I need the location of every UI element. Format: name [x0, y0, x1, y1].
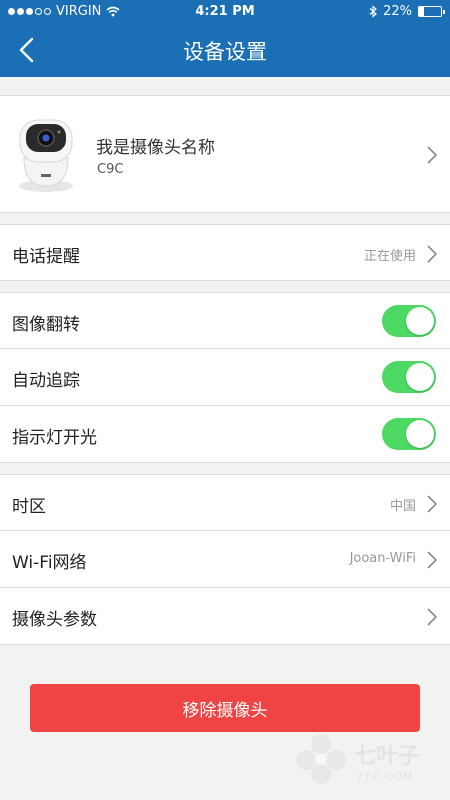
image-flip-toggle[interactable] [382, 305, 436, 337]
battery-percent: 22% [383, 4, 412, 19]
chevron-right-icon [427, 245, 438, 263]
leaf-logo-icon [296, 734, 346, 784]
phone-alert-value: 正在使用 [363, 249, 416, 264]
indicator-light-row: 指示灯开光 [0, 406, 450, 463]
nav-bar: 设备设置 [0, 24, 450, 77]
image-flip-row: 图像翻转 [0, 292, 450, 349]
camera-params-label: 摄像头参数 [12, 610, 97, 630]
watermark-text: 七叶子 [354, 744, 421, 769]
bluetooth-icon [369, 5, 378, 18]
timezone-row[interactable]: 时区 中国 [0, 474, 450, 531]
camera-params-row[interactable]: 摄像头参数 [0, 588, 450, 645]
watermark-sub: 7YZ.COM [356, 770, 414, 783]
chevron-right-icon [427, 495, 438, 513]
device-card[interactable]: 我是摄像头名称 C9C [0, 95, 450, 213]
device-model: C9C [97, 162, 124, 177]
auto-tracking-label: 自动追踪 [12, 371, 80, 391]
watermark-logo: 七叶子 7YZ.COM [292, 730, 442, 790]
battery-icon [418, 6, 445, 17]
wifi-row[interactable]: Wi-Fi网络 Jooan-WiFi [0, 531, 450, 588]
remove-camera-button[interactable]: 移除摄像头 [30, 684, 420, 732]
battery-fill [419, 7, 424, 16]
wifi-label: Wi-Fi网络 [12, 553, 87, 573]
chevron-right-icon [427, 551, 438, 569]
remove-camera-label: 移除摄像头 [182, 700, 268, 721]
phone-alert-row[interactable]: 电话提醒 正在使用 [0, 224, 450, 281]
timezone-label: 时区 [12, 497, 46, 517]
image-flip-label: 图像翻转 [12, 315, 80, 335]
page-title: 设备设置 [183, 40, 267, 64]
chevron-right-icon [427, 146, 438, 164]
auto-tracking-toggle[interactable] [382, 361, 436, 393]
wifi-value: Jooan-WiFi [349, 551, 416, 566]
device-name: 我是摄像头名称 [96, 138, 215, 158]
status-right: 22% [369, 4, 445, 19]
chevron-right-icon [427, 608, 438, 626]
indicator-light-label: 指示灯开光 [12, 428, 97, 448]
phone-alert-label: 电话提醒 [12, 247, 80, 267]
auto-tracking-row: 自动追踪 [0, 349, 450, 406]
app-header: VIRGIN 4:21 PM 22% 设备设置 [0, 0, 450, 77]
timezone-value: 中国 [389, 499, 416, 514]
status-bar: VIRGIN 4:21 PM 22% [0, 0, 450, 24]
camera-device-icon [19, 119, 73, 192]
indicator-light-toggle[interactable] [382, 418, 436, 450]
